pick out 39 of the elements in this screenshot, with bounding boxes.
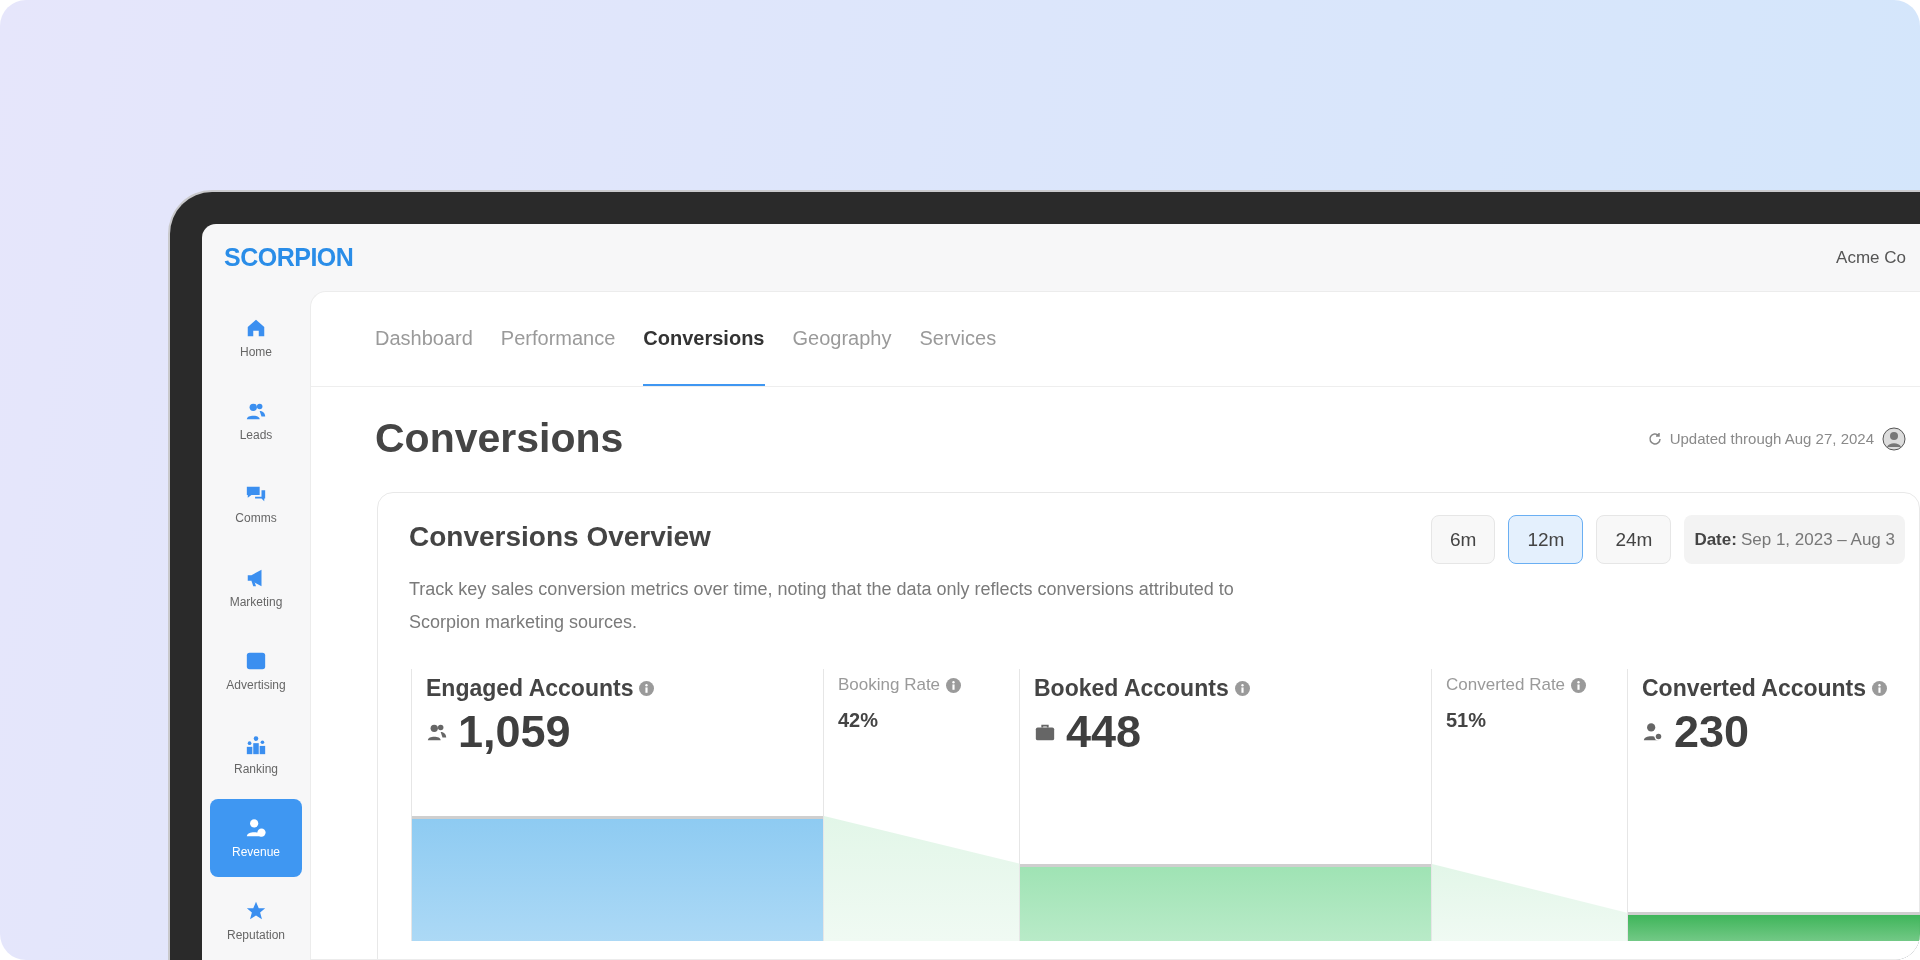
- card-title: Conversions Overview: [409, 521, 712, 553]
- nav-item[interactable]: Marketing: [210, 549, 302, 627]
- stage-value: 448: [1066, 706, 1142, 758]
- stage-label: Booked Accounts: [1034, 675, 1229, 702]
- nav-item[interactable]: Reputation: [210, 882, 302, 960]
- rate-label: Converted Rate: [1446, 675, 1566, 695]
- range-button[interactable]: 24m: [1596, 515, 1672, 564]
- info-icon[interactable]: [1872, 681, 1888, 696]
- stage-value: 1,059: [458, 706, 571, 758]
- stage-label: Engaged Accounts: [426, 675, 634, 702]
- logo[interactable]: SCORPION: [224, 243, 354, 272]
- nav-item[interactable]: Revenue: [210, 799, 302, 877]
- card-description: Track key sales conversion metrics over time, noting that the data only reflects conversions attributed to Scorpion marketing sources.: [409, 578, 1235, 634]
- nav-item[interactable]: Home: [210, 299, 302, 377]
- info-icon[interactable]: [639, 681, 655, 696]
- range-button[interactable]: 12m: [1508, 515, 1584, 564]
- tab[interactable]: Conversions: [643, 292, 765, 386]
- person-coin-icon: [1642, 721, 1664, 743]
- nav-item[interactable]: Ranking: [210, 715, 302, 794]
- nav-item[interactable]: Comms: [210, 465, 302, 544]
- stage-value: 230: [1674, 706, 1750, 758]
- person-coin-icon: [245, 816, 267, 839]
- stage-label: Converted Accounts: [1642, 675, 1867, 702]
- nav-item[interactable]: Advertising: [210, 632, 302, 710]
- refresh-icon: [1647, 431, 1662, 446]
- account-name[interactable]: Acme Co: [1836, 247, 1906, 268]
- info-icon[interactable]: [1234, 681, 1250, 696]
- rate-value: 51%: [1446, 709, 1487, 732]
- range-button[interactable]: 6m: [1431, 515, 1496, 564]
- nav-item[interactable]: Leads: [210, 382, 302, 460]
- info-icon[interactable]: [1571, 677, 1587, 693]
- avatar-icon: [1882, 426, 1906, 451]
- page-title: Conversions: [375, 415, 624, 462]
- info-icon[interactable]: [946, 677, 962, 693]
- updated-date: Updated through Aug 27, 2024: [1669, 430, 1874, 447]
- rate-label: Booking Rate: [838, 675, 941, 695]
- podium-icon: [245, 733, 267, 756]
- rate-value: 42%: [838, 709, 879, 732]
- date-range-field[interactable]: Date: Sep 1, 2023 – Aug 3: [1684, 515, 1905, 564]
